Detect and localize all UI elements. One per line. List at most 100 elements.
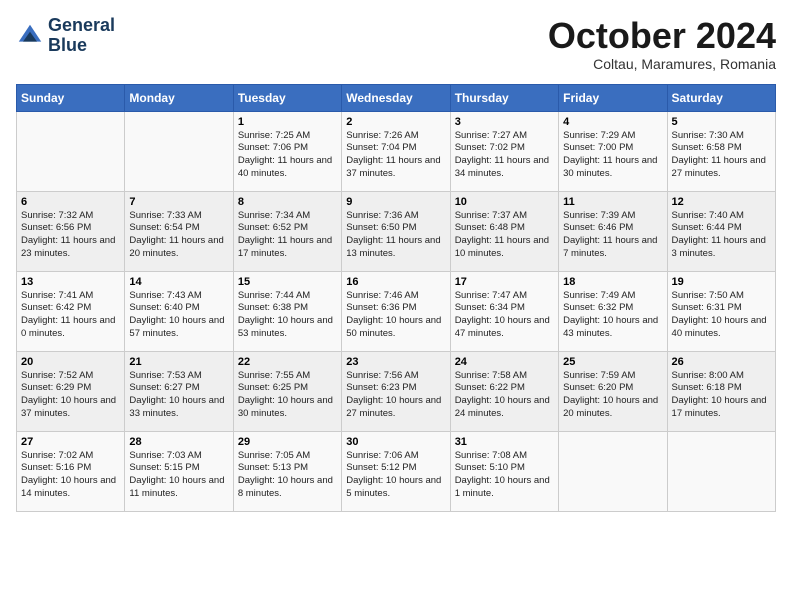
calendar-cell: 6 Sunrise: 7:32 AM Sunset: 6:56 PM Daylig… (17, 191, 125, 271)
day-number: 3 (455, 116, 554, 128)
page-header: General Blue October 2024 Coltau, Maramu… (16, 16, 776, 72)
day-info: Sunrise: 7:34 AM Sunset: 6:52 PM Dayligh… (238, 210, 337, 261)
calendar-table: SundayMondayTuesdayWednesdayThursdayFrid… (16, 84, 776, 512)
day-number: 24 (455, 356, 554, 368)
logo-line1: General (48, 16, 115, 36)
day-info: Sunrise: 7:52 AM Sunset: 6:29 PM Dayligh… (21, 370, 120, 421)
calendar-cell: 31 Sunrise: 7:08 AM Sunset: 5:10 PM Dayli… (450, 431, 558, 511)
calendar-cell: 21 Sunrise: 7:53 AM Sunset: 6:27 PM Dayli… (125, 351, 233, 431)
day-number: 21 (129, 356, 228, 368)
day-number: 2 (346, 116, 445, 128)
day-info: Sunrise: 7:02 AM Sunset: 5:16 PM Dayligh… (21, 450, 120, 501)
weekday-header: Thursday (450, 84, 558, 111)
day-number: 15 (238, 276, 337, 288)
calendar-week-row: 20 Sunrise: 7:52 AM Sunset: 6:29 PM Dayli… (17, 351, 776, 431)
logo-icon (16, 22, 44, 50)
day-info: Sunrise: 7:27 AM Sunset: 7:02 PM Dayligh… (455, 130, 554, 181)
calendar-week-row: 13Sunrise: 7:41 AM Sunset: 6:42 PM Dayli… (17, 271, 776, 351)
calendar-cell: 11 Sunrise: 7:39 AM Sunset: 6:46 PM Dayli… (559, 191, 667, 271)
day-number: 25 (563, 356, 662, 368)
day-info: Sunrise: 7:37 AM Sunset: 6:48 PM Dayligh… (455, 210, 554, 261)
calendar-cell: 29 Sunrise: 7:05 AM Sunset: 5:13 PM Dayli… (233, 431, 341, 511)
calendar-cell: 25 Sunrise: 7:59 AM Sunset: 6:20 PM Dayli… (559, 351, 667, 431)
day-info: Sunrise: 7:08 AM Sunset: 5:10 PM Dayligh… (455, 450, 554, 501)
weekday-header: Friday (559, 84, 667, 111)
day-info: Sunrise: 7:59 AM Sunset: 6:20 PM Dayligh… (563, 370, 662, 421)
day-number: 22 (238, 356, 337, 368)
calendar-cell (559, 431, 667, 511)
calendar-cell: 10 Sunrise: 7:37 AM Sunset: 6:48 PM Dayli… (450, 191, 558, 271)
calendar-cell: 3 Sunrise: 7:27 AM Sunset: 7:02 PM Daylig… (450, 111, 558, 191)
weekday-header: Saturday (667, 84, 775, 111)
day-number: 11 (563, 196, 662, 208)
day-number: 8 (238, 196, 337, 208)
calendar-cell: 23Sunrise: 7:56 AM Sunset: 6:23 PM Dayli… (342, 351, 450, 431)
day-number: 6 (21, 196, 120, 208)
calendar-cell: 8 Sunrise: 7:34 AM Sunset: 6:52 PM Daylig… (233, 191, 341, 271)
day-number: 17 (455, 276, 554, 288)
day-info: Sunrise: 7:05 AM Sunset: 5:13 PM Dayligh… (238, 450, 337, 501)
calendar-cell: 12Sunrise: 7:40 AM Sunset: 6:44 PM Dayli… (667, 191, 775, 271)
day-info: Sunrise: 8:00 AM Sunset: 6:18 PM Dayligh… (672, 370, 771, 421)
day-info: Sunrise: 7:58 AM Sunset: 6:22 PM Dayligh… (455, 370, 554, 421)
day-info: Sunrise: 7:56 AM Sunset: 6:23 PM Dayligh… (346, 370, 445, 421)
day-number: 19 (672, 276, 771, 288)
weekday-header: Monday (125, 84, 233, 111)
day-number: 28 (129, 436, 228, 448)
logo: General Blue (16, 16, 115, 56)
day-number: 7 (129, 196, 228, 208)
day-number: 10 (455, 196, 554, 208)
calendar-cell (17, 111, 125, 191)
day-number: 26 (672, 356, 771, 368)
calendar-cell: 5 Sunrise: 7:30 AM Sunset: 6:58 PM Daylig… (667, 111, 775, 191)
day-info: Sunrise: 7:49 AM Sunset: 6:32 PM Dayligh… (563, 290, 662, 341)
calendar-cell: 7 Sunrise: 7:33 AM Sunset: 6:54 PM Daylig… (125, 191, 233, 271)
day-info: Sunrise: 7:26 AM Sunset: 7:04 PM Dayligh… (346, 130, 445, 181)
day-info: Sunrise: 7:03 AM Sunset: 5:15 PM Dayligh… (129, 450, 228, 501)
day-number: 13 (21, 276, 120, 288)
day-number: 5 (672, 116, 771, 128)
day-number: 14 (129, 276, 228, 288)
day-number: 20 (21, 356, 120, 368)
day-number: 30 (346, 436, 445, 448)
calendar-cell: 13Sunrise: 7:41 AM Sunset: 6:42 PM Dayli… (17, 271, 125, 351)
calendar-cell: 20 Sunrise: 7:52 AM Sunset: 6:29 PM Dayli… (17, 351, 125, 431)
weekday-header: Sunday (17, 84, 125, 111)
calendar-cell: 26 Sunrise: 8:00 AM Sunset: 6:18 PM Dayli… (667, 351, 775, 431)
day-info: Sunrise: 7:39 AM Sunset: 6:46 PM Dayligh… (563, 210, 662, 261)
calendar-week-row: 1Sunrise: 7:25 AM Sunset: 7:06 PM Daylig… (17, 111, 776, 191)
calendar-cell: 22Sunrise: 7:55 AM Sunset: 6:25 PM Dayli… (233, 351, 341, 431)
calendar-cell: 30Sunrise: 7:06 AM Sunset: 5:12 PM Dayli… (342, 431, 450, 511)
calendar-week-row: 6 Sunrise: 7:32 AM Sunset: 6:56 PM Daylig… (17, 191, 776, 271)
day-info: Sunrise: 7:36 AM Sunset: 6:50 PM Dayligh… (346, 210, 445, 261)
calendar-cell: 17 Sunrise: 7:47 AM Sunset: 6:34 PM Dayli… (450, 271, 558, 351)
day-number: 31 (455, 436, 554, 448)
calendar-cell: 15 Sunrise: 7:44 AM Sunset: 6:38 PM Dayli… (233, 271, 341, 351)
location: Coltau, Maramures, Romania (548, 56, 776, 72)
title-block: October 2024 Coltau, Maramures, Romania (548, 16, 776, 72)
day-info: Sunrise: 7:53 AM Sunset: 6:27 PM Dayligh… (129, 370, 228, 421)
calendar-cell: 16Sunrise: 7:46 AM Sunset: 6:36 PM Dayli… (342, 271, 450, 351)
calendar-cell: 28 Sunrise: 7:03 AM Sunset: 5:15 PM Dayli… (125, 431, 233, 511)
calendar-cell: 19 Sunrise: 7:50 AM Sunset: 6:31 PM Dayli… (667, 271, 775, 351)
month-title: October 2024 (548, 16, 776, 56)
day-info: Sunrise: 7:32 AM Sunset: 6:56 PM Dayligh… (21, 210, 120, 261)
calendar-cell: 14 Sunrise: 7:43 AM Sunset: 6:40 PM Dayli… (125, 271, 233, 351)
day-number: 29 (238, 436, 337, 448)
day-number: 9 (346, 196, 445, 208)
day-info: Sunrise: 7:30 AM Sunset: 6:58 PM Dayligh… (672, 130, 771, 181)
calendar-week-row: 27 Sunrise: 7:02 AM Sunset: 5:16 PM Dayli… (17, 431, 776, 511)
calendar-cell: 2 Sunrise: 7:26 AM Sunset: 7:04 PM Daylig… (342, 111, 450, 191)
day-info: Sunrise: 7:46 AM Sunset: 6:36 PM Dayligh… (346, 290, 445, 341)
day-info: Sunrise: 7:44 AM Sunset: 6:38 PM Dayligh… (238, 290, 337, 341)
day-number: 27 (21, 436, 120, 448)
day-info: Sunrise: 7:47 AM Sunset: 6:34 PM Dayligh… (455, 290, 554, 341)
calendar-cell: 4Sunrise: 7:29 AM Sunset: 7:00 PM Daylig… (559, 111, 667, 191)
day-info: Sunrise: 7:43 AM Sunset: 6:40 PM Dayligh… (129, 290, 228, 341)
day-info: Sunrise: 7:25 AM Sunset: 7:06 PM Dayligh… (238, 130, 337, 181)
calendar-cell: 18Sunrise: 7:49 AM Sunset: 6:32 PM Dayli… (559, 271, 667, 351)
day-info: Sunrise: 7:29 AM Sunset: 7:00 PM Dayligh… (563, 130, 662, 181)
day-info: Sunrise: 7:33 AM Sunset: 6:54 PM Dayligh… (129, 210, 228, 261)
day-info: Sunrise: 7:50 AM Sunset: 6:31 PM Dayligh… (672, 290, 771, 341)
weekday-header: Wednesday (342, 84, 450, 111)
